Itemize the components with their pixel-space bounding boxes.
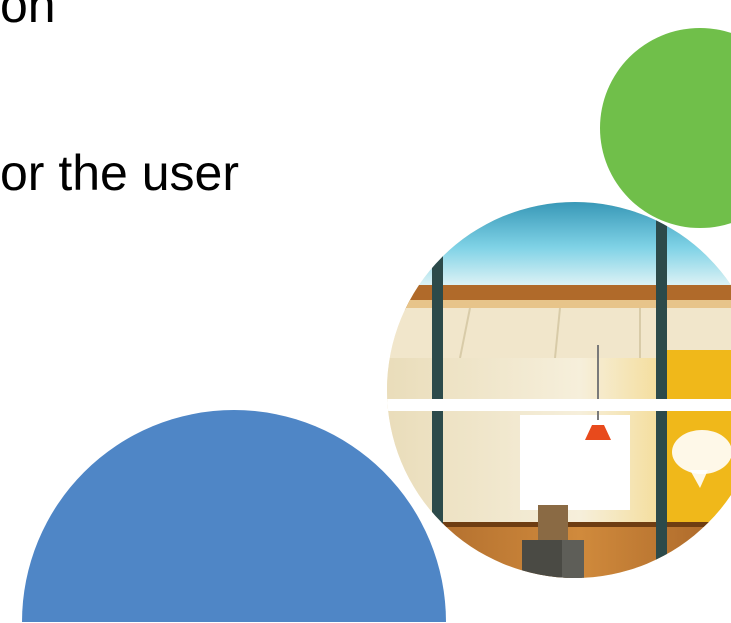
blue-semicircle: [22, 410, 446, 622]
green-circle: [600, 28, 731, 228]
decorative-shapes: [22, 28, 731, 622]
slide-canvas: on or the user: [0, 0, 731, 623]
office-photo-circle: [387, 202, 731, 578]
